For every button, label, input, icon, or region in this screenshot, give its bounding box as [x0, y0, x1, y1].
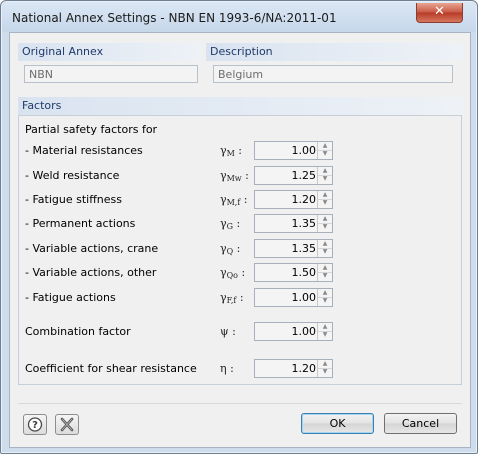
psi-value[interactable]: 1.00 — [292, 325, 317, 338]
help-icon: ? — [27, 417, 43, 432]
gamma-mf-spinner[interactable]: 1.20 ▲ ▼ — [254, 190, 333, 209]
svg-text:?: ? — [32, 420, 38, 431]
factor-label-permanent: - Permanent actions — [25, 217, 136, 230]
ok-button[interactable]: OK — [301, 413, 374, 434]
reset-button[interactable] — [55, 414, 79, 435]
gamma-ff-spinner[interactable]: 1.00 ▲ ▼ — [254, 288, 333, 307]
reset-icon — [60, 417, 74, 432]
gamma-mw-value[interactable]: 1.25 — [292, 169, 317, 182]
footer-divider — [18, 403, 462, 404]
symbol-psi: ψ : — [220, 325, 236, 338]
symbol-gamma-g: γG : — [220, 217, 241, 231]
gamma-q-spinner[interactable]: 1.35 ▲ ▼ — [254, 239, 333, 258]
description-field: Belgium — [213, 65, 453, 83]
dialog-body: Original Annex NBN Description Belgium F… — [9, 32, 471, 448]
gamma-ff-value[interactable]: 1.00 — [292, 291, 317, 304]
close-button[interactable]: ✕ — [416, 3, 463, 23]
title-bar: National Annex Settings - NBN EN 1993-6/… — [2, 2, 476, 32]
factor-label-material: - Material resistances — [25, 144, 143, 157]
symbol-eta: η : — [220, 362, 234, 375]
gamma-g-spinner[interactable]: 1.35 ▲ ▼ — [254, 214, 333, 233]
spin-down-icon[interactable]: ▼ — [318, 223, 332, 231]
spin-down-icon[interactable]: ▼ — [318, 331, 332, 339]
gamma-q-value[interactable]: 1.35 — [292, 242, 317, 255]
symbol-gamma-mw: γMw : — [220, 169, 249, 183]
spin-down-icon[interactable]: ▼ — [318, 150, 332, 158]
factor-label-variable-other: - Variable actions, other — [25, 266, 157, 279]
window-title: National Annex Settings - NBN EN 1993-6/… — [12, 11, 337, 25]
eta-spinner[interactable]: 1.20 ▲ ▼ — [254, 359, 333, 378]
gamma-g-value[interactable]: 1.35 — [292, 217, 317, 230]
shear-coefficient-label: Coefficient for shear resistance — [25, 362, 197, 375]
spin-down-icon[interactable]: ▼ — [318, 368, 332, 376]
spin-down-icon[interactable]: ▼ — [318, 297, 332, 305]
original-annex-field: NBN — [24, 65, 198, 83]
spin-down-icon[interactable]: ▼ — [318, 175, 332, 183]
symbol-gamma-ff: γF,f : — [220, 291, 244, 305]
spin-down-icon[interactable]: ▼ — [318, 272, 332, 280]
eta-value[interactable]: 1.20 — [292, 362, 317, 375]
partial-factors-heading: Partial safety factors for — [25, 123, 158, 136]
factor-label-fatigue-stiffness: - Fatigue stiffness — [25, 193, 122, 206]
original-annex-header: Original Annex — [18, 43, 202, 61]
description-header: Description — [206, 43, 464, 61]
factors-header: Factors — [18, 97, 464, 115]
gamma-qo-value[interactable]: 1.50 — [292, 266, 317, 279]
dialog-window: National Annex Settings - NBN EN 1993-6/… — [0, 0, 478, 454]
factor-label-weld: - Weld resistance — [25, 169, 120, 182]
spin-down-icon[interactable]: ▼ — [318, 248, 332, 256]
factor-label-variable-crane: - Variable actions, crane — [25, 242, 159, 255]
combination-factor-label: Combination factor — [25, 325, 131, 338]
symbol-gamma-qo: γQo : — [220, 266, 246, 280]
symbol-gamma-m: γM : — [220, 144, 242, 158]
gamma-qo-spinner[interactable]: 1.50 ▲ ▼ — [254, 263, 333, 282]
symbol-gamma-mf: γM,f : — [220, 193, 248, 207]
gamma-mf-value[interactable]: 1.20 — [292, 193, 317, 206]
help-button[interactable]: ? — [23, 414, 47, 435]
spin-down-icon[interactable]: ▼ — [318, 199, 332, 207]
factor-label-fatigue-actions: - Fatigue actions — [25, 291, 116, 304]
gamma-mw-spinner[interactable]: 1.25 ▲ ▼ — [254, 166, 333, 185]
gamma-m-value[interactable]: 1.00 — [292, 144, 317, 157]
gamma-m-spinner[interactable]: 1.00 ▲ ▼ — [254, 141, 333, 160]
symbol-gamma-q: γQ : — [220, 242, 241, 256]
psi-spinner[interactable]: 1.00 ▲ ▼ — [254, 322, 333, 341]
cancel-button[interactable]: Cancel — [384, 413, 457, 434]
